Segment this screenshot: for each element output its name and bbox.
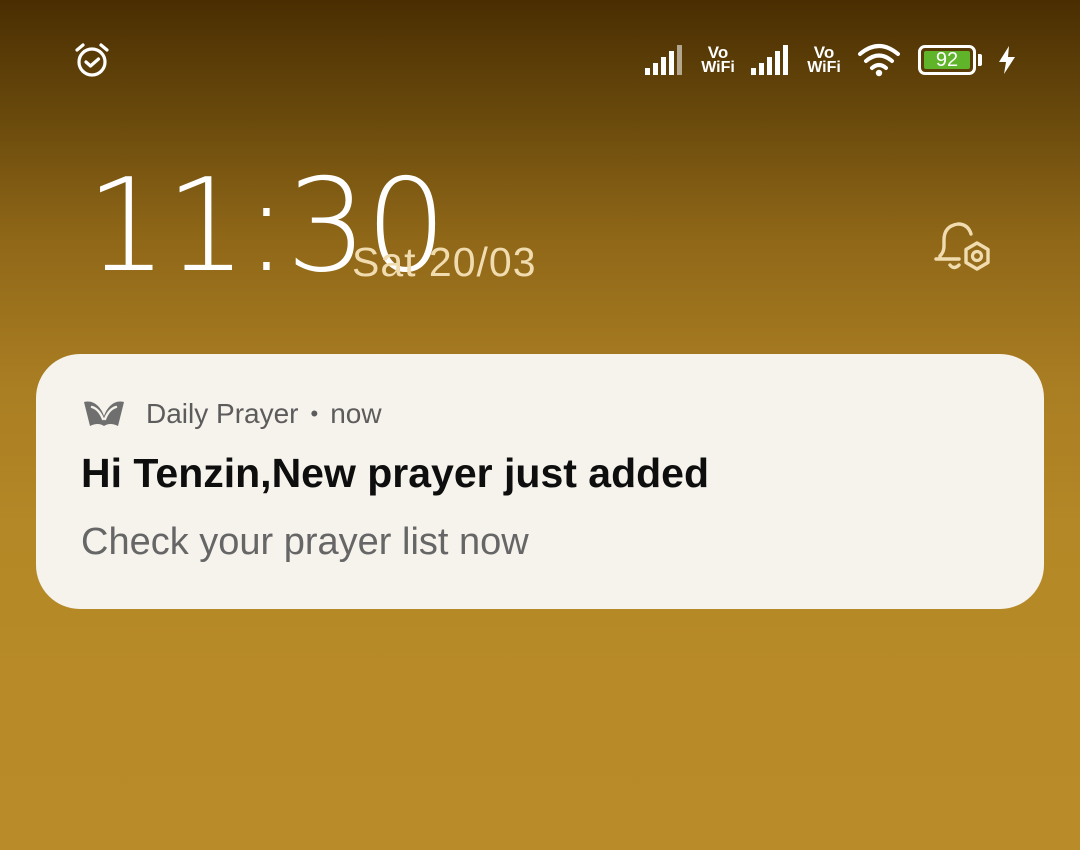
status-bar: Vo WiFi Vo WiFi 92: [0, 0, 1080, 120]
vowifi-indicator: Vo WiFi: [698, 43, 738, 76]
cell-signal-icon: [751, 45, 788, 75]
battery-body: 92: [918, 45, 976, 75]
status-icons: Vo WiFi Vo WiFi 92: [644, 38, 1018, 82]
vowifi-vo-label: Vo: [707, 43, 729, 62]
header-separator: •: [310, 401, 319, 426]
vowifi-vo-label: Vo: [813, 43, 835, 62]
alarm-clock-icon: [75, 43, 109, 77]
vowifi-indicator: Vo WiFi: [804, 43, 844, 76]
wifi-icon: [858, 44, 900, 77]
battery-cap: [978, 54, 982, 66]
lightning-bolt-icon: [999, 46, 1015, 74]
battery-indicator: 92: [918, 45, 982, 75]
notification-body: Check your prayer list now: [81, 521, 529, 563]
notification-app-name: Daily Prayer: [146, 398, 299, 429]
cell-signal-icon: [645, 45, 682, 75]
praying-hands-icon: [84, 401, 124, 426]
notification-card[interactable]: Daily Prayer • now Hi Tenzin,New prayer …: [36, 354, 1044, 609]
vowifi-wifi-label: WiFi: [701, 59, 735, 76]
notification-title: Hi Tenzin,New prayer just added: [81, 450, 710, 496]
notification-header: Daily Prayer • now: [82, 394, 382, 434]
battery-percent: 92: [924, 50, 970, 70]
notification-time: now: [330, 398, 382, 429]
vowifi-wifi-label: WiFi: [807, 59, 841, 76]
bell-settings-icon[interactable]: [932, 218, 996, 282]
lockscreen-date: Sat 20/03: [352, 239, 537, 285]
